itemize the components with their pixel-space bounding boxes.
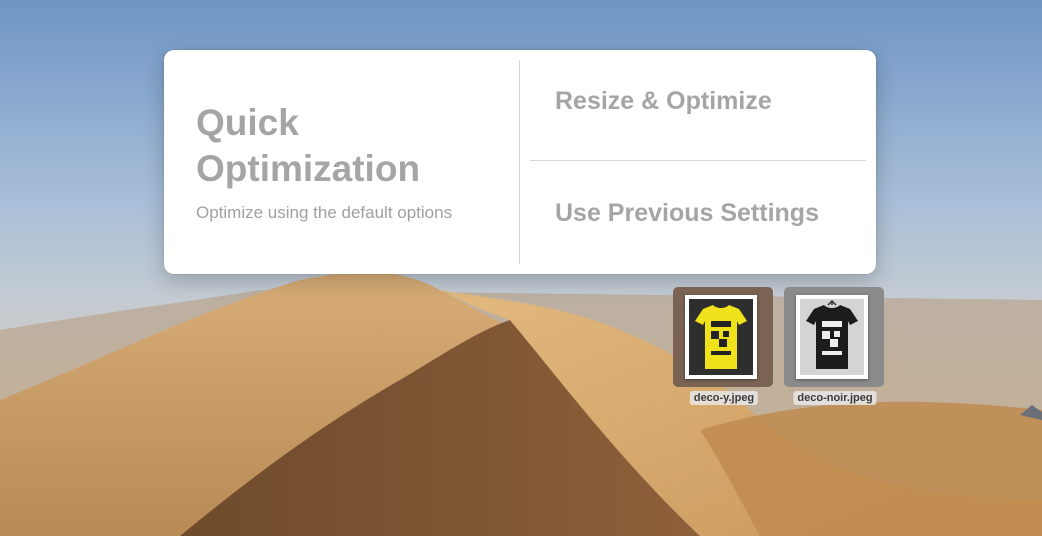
resize-optimize-option[interactable]: Resize & Optimize [555, 87, 772, 116]
image-thumbnail [796, 295, 868, 379]
file-icon-deco-noir[interactable]: deco-noir.jpeg [784, 287, 886, 411]
file-name-label: deco-noir.jpeg [793, 391, 877, 405]
horizontal-divider [530, 160, 866, 161]
quick-optimization-subtitle: Optimize using the default options [196, 203, 453, 222]
quick-optimization-title: Quick Optimization [196, 102, 421, 189]
file-icon-deco-y[interactable]: deco-y.jpeg [673, 287, 775, 411]
file-name-label: deco-y.jpeg [689, 391, 759, 405]
optimization-panel: Quick Optimization Optimize using the de… [164, 50, 876, 274]
yellow-tshirt-icon [689, 299, 753, 375]
black-tshirt-icon [800, 299, 864, 375]
quick-optimization-option[interactable]: Quick Optimization Optimize using the de… [164, 50, 519, 274]
image-thumbnail [685, 295, 757, 379]
use-previous-settings-option[interactable]: Use Previous Settings [555, 199, 819, 228]
desktop: Quick Optimization Optimize using the de… [0, 0, 1042, 536]
vertical-divider [519, 60, 520, 264]
